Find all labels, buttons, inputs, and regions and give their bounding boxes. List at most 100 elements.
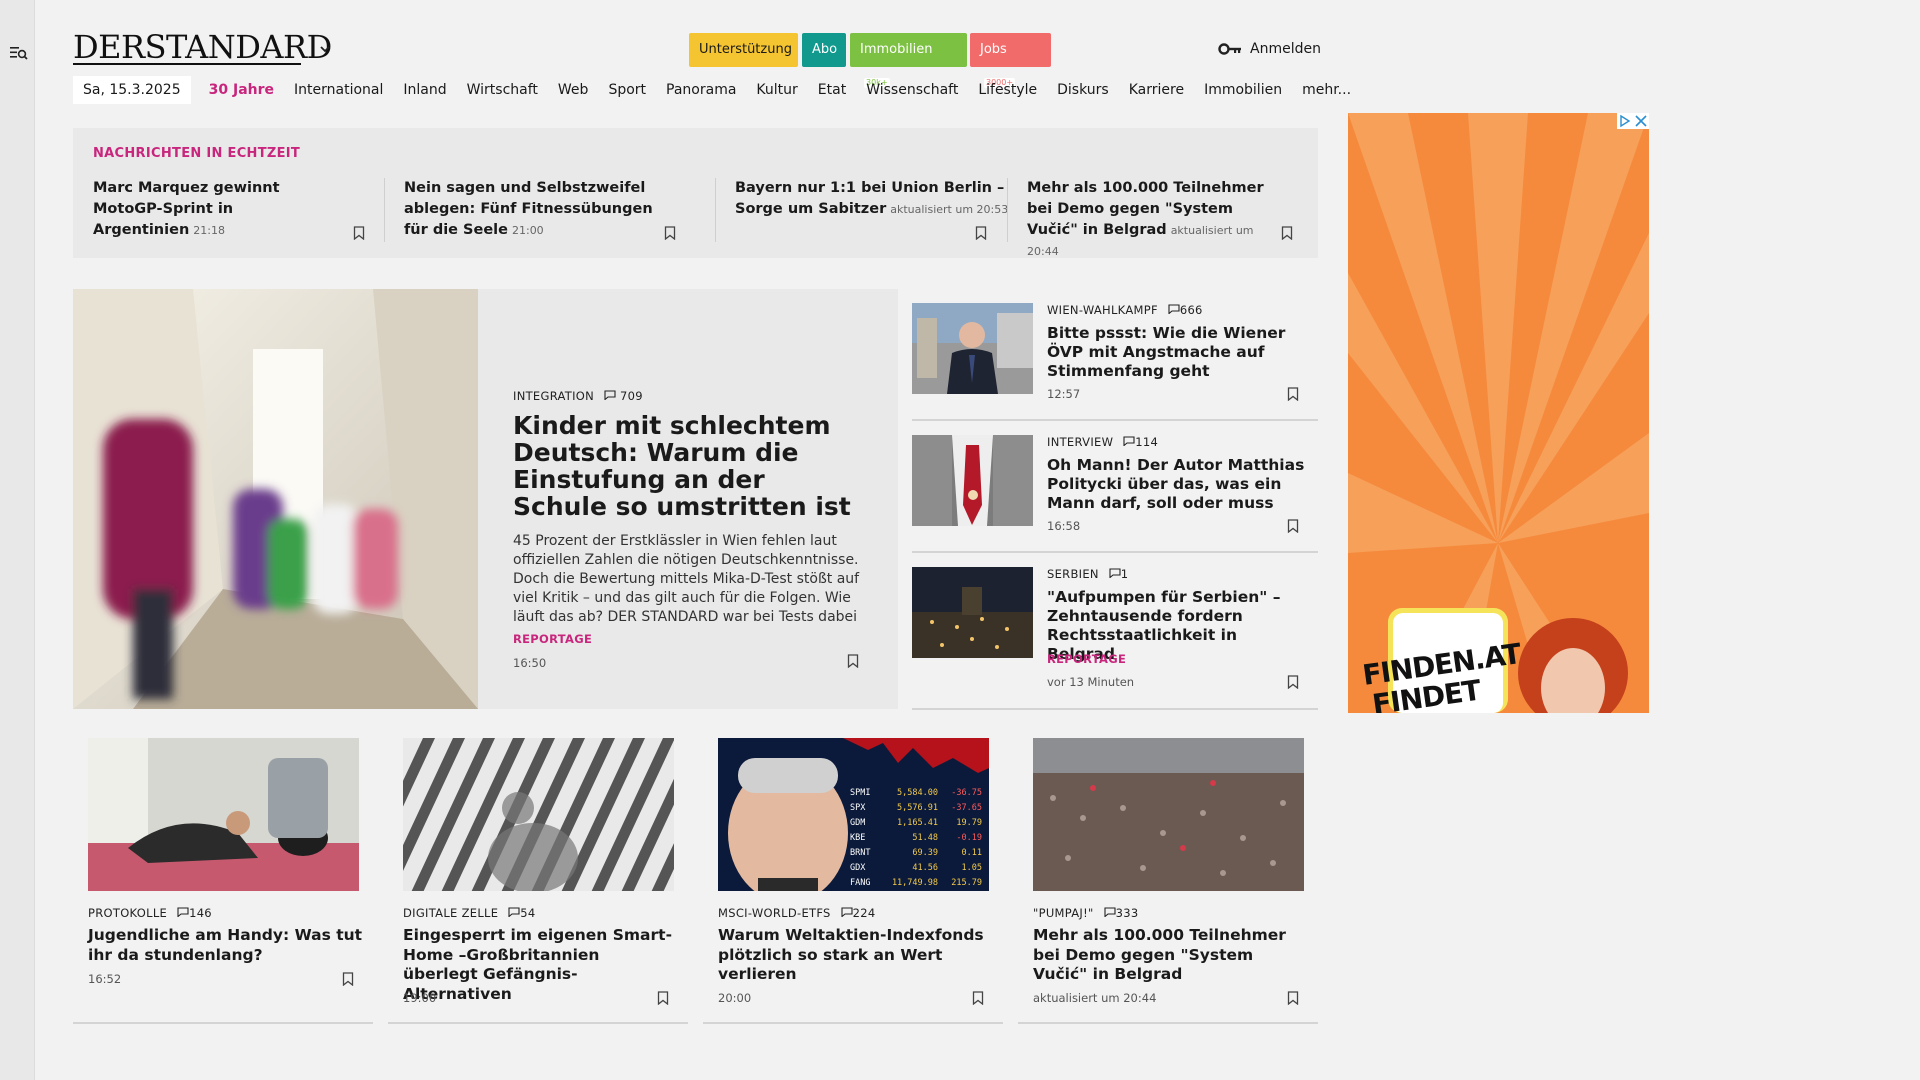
card-title[interactable]: Mehr als 100.000 Teilnehmer bei Demo geg… — [1033, 926, 1308, 985]
comment-count: 54 — [520, 906, 536, 920]
nav-item-sport[interactable]: Sport — [608, 82, 646, 98]
bookmark-icon[interactable] — [1287, 675, 1299, 689]
jobs-button[interactable]: Jobs3000+ — [970, 33, 1051, 88]
bookmark-icon[interactable] — [1281, 226, 1293, 240]
nav-item-international[interactable]: International — [294, 82, 383, 98]
card-kicker: "PUMPAJ!" 333 — [1033, 906, 1138, 920]
side-kicker: SERBIEN 1 — [1047, 567, 1128, 581]
site-logo[interactable]: DERSTANDARD — [73, 30, 332, 64]
ticker-item[interactable]: Bayern nur 1:1 bei Union Berlin – Sorge … — [715, 178, 1010, 248]
side-title[interactable]: Oh Mann! Der Autor Matthias Politycki üb… — [1047, 456, 1307, 513]
immobilien-label: Immobilien — [860, 42, 933, 57]
bookmark-icon[interactable] — [847, 654, 859, 668]
teaser-card[interactable]: SPMI 5,584.00 -36.75 SPX 5,576.91 -37.65 GDM 1,… — [703, 728, 1003, 1024]
chevron-down-icon[interactable] — [318, 42, 332, 56]
hero-title[interactable]: Kinder mit schlechtem Deutsch: Warum die… — [513, 412, 853, 520]
stock-row: GDX 41.56 1.05 — [850, 861, 985, 876]
card-image-shadow-bars — [403, 738, 674, 891]
ticker-item[interactable]: Mehr als 100.000 Teilnehmer bei Demo geg… — [1027, 178, 1282, 258]
nav-item-diskurs[interactable]: Diskurs — [1057, 82, 1109, 98]
hero-article[interactable]: INTEGRATION 709 Kinder mit schlechtem De… — [73, 289, 898, 709]
nav-item-immobilien[interactable]: Immobilien — [1204, 82, 1282, 98]
stock-row: SPMI 5,584.00 -36.75 — [850, 786, 985, 801]
stock-val: 41.56 — [912, 863, 938, 873]
comment-icon — [177, 906, 189, 920]
nav-item-kultur[interactable]: Kultur — [756, 82, 797, 98]
nav-item-etat[interactable]: Etat — [818, 82, 846, 98]
comment-icon — [1123, 435, 1135, 449]
abo-button[interactable]: Abo — [802, 33, 846, 67]
comment-count: 114 — [1135, 435, 1159, 449]
stock-sym: SPMI — [850, 788, 871, 798]
side-article[interactable]: SERBIEN 1 "Aufpumpen für Serbien" – Zehn… — [912, 553, 1318, 710]
bookmark-icon[interactable] — [1287, 991, 1299, 1005]
nav-item-inland[interactable]: Inland — [403, 82, 446, 98]
ad-choices-button[interactable] — [1617, 113, 1649, 129]
nav-item-wissenschaft[interactable]: Wissenschaft — [866, 82, 958, 98]
stock-row: SPX 5,576.91 -37.65 — [850, 801, 985, 816]
support-button[interactable]: Unterstützung — [689, 33, 798, 67]
menu-search-icon[interactable] — [10, 45, 28, 61]
stock-chg: 1.05 — [961, 863, 982, 873]
bookmark-icon[interactable] — [342, 972, 354, 986]
side-title[interactable]: Bitte pssst: Wie die Wiener ÖVP mit Angs… — [1047, 324, 1307, 381]
login-label: Anmelden — [1250, 41, 1321, 57]
nav-item-panorama[interactable]: Panorama — [666, 82, 736, 98]
stock-val: 5,576.91 — [897, 803, 938, 813]
stock-row: FANG 11,749.98 215.79 — [850, 876, 985, 891]
card-kicker-label: MSCI-WORLD-ETFS — [718, 906, 831, 920]
ticker-divider — [384, 178, 385, 242]
bookmark-icon[interactable] — [1287, 519, 1299, 533]
advertisement-banner[interactable]: FINDEN.AT FINDET — [1348, 113, 1649, 713]
side-timestamp: 16:58 — [1047, 519, 1081, 533]
nav-item-karriere[interactable]: Karriere — [1129, 82, 1184, 98]
card-kicker-label: "PUMPAJ!" — [1033, 906, 1094, 920]
side-article[interactable]: INTERVIEW 114 Oh Mann! Der Autor Matthia… — [912, 421, 1318, 553]
teaser-card[interactable]: PROTOKOLLE 146 Jugendliche am Handy: Was… — [73, 728, 373, 1024]
nav-item-30-jahre[interactable]: 30 Jahre — [209, 82, 274, 98]
nav-item-more[interactable]: mehr... — [1302, 82, 1351, 98]
ticker-heading: NACHRICHTEN IN ECHTZEIT — [93, 146, 301, 161]
card-timestamp: aktualisiert um 20:44 — [1033, 991, 1157, 1005]
side-kicker-label: SERBIEN — [1047, 567, 1099, 581]
hero-kicker-label: INTEGRATION — [513, 389, 595, 403]
comment-icon — [508, 906, 520, 920]
hero-kicker: INTEGRATION 709 — [513, 389, 643, 403]
hero-teaser: 45 Prozent der Erstklässler in Wien fehl… — [513, 533, 860, 625]
card-title[interactable]: Jugendliche am Handy: Was tut ihr da stu… — [88, 926, 363, 965]
ticker-item[interactable]: Nein sagen und Selbstzweifel ablegen: Fü… — [404, 178, 674, 248]
support-label: Unterstützung — [699, 42, 792, 57]
card-image-teen-phone — [88, 738, 359, 891]
bookmark-icon[interactable] — [975, 226, 987, 240]
bookmark-icon[interactable] — [664, 226, 676, 240]
comment-icon — [1104, 906, 1116, 920]
stock-val: 69.39 — [912, 848, 938, 858]
comment-count: 709 — [620, 389, 643, 403]
stock-row: KBE 51.48 -0.19 — [850, 831, 985, 846]
immobilien-button[interactable]: Immobilien30k+ — [850, 33, 967, 88]
teaser-card[interactable]: "PUMPAJ!" 333 Mehr als 100.000 Teilnehme… — [1018, 728, 1318, 1024]
comment-count: 146 — [189, 906, 212, 920]
stock-chg: 19.79 — [956, 818, 982, 828]
bookmark-icon[interactable] — [1287, 387, 1299, 401]
nav-item-lifestyle[interactable]: Lifestyle — [978, 82, 1037, 98]
stock-val: 51.48 — [912, 833, 938, 843]
bookmark-icon[interactable] — [972, 991, 984, 1005]
bookmark-icon[interactable] — [353, 226, 365, 240]
teaser-card[interactable]: DIGITALE ZELLE 54 Eingesperrt im eigenen… — [388, 728, 688, 1024]
current-date: Sa, 15.3.2025 — [73, 76, 191, 104]
nav-item-wirtschaft[interactable]: Wirtschaft — [467, 82, 538, 98]
bookmark-icon[interactable] — [657, 991, 669, 1005]
ticker-item[interactable]: Marc Marquez gewinnt MotoGP-Sprint in Ar… — [93, 178, 338, 248]
side-article[interactable]: WIEN-WAHLKAMPF 666 Bitte pssst: Wie die … — [912, 289, 1318, 421]
card-title[interactable]: Warum Weltaktien-Indexfonds plötzlich so… — [718, 926, 993, 985]
comment-icon — [604, 389, 620, 403]
comment-icon — [841, 906, 853, 920]
card-title[interactable]: Eingesperrt im eigenen Smart-Home –Großb… — [403, 926, 678, 1004]
stock-row: GDM 1,165.41 19.79 — [850, 816, 985, 831]
side-timestamp: vor 13 Minuten — [1047, 675, 1135, 689]
comment-icon — [1109, 567, 1121, 581]
live-news-ticker: NACHRICHTEN IN ECHTZEIT Marc Marquez gew… — [73, 128, 1318, 258]
nav-item-web[interactable]: Web — [558, 82, 589, 98]
card-kicker: PROTOKOLLE 146 — [88, 906, 212, 920]
